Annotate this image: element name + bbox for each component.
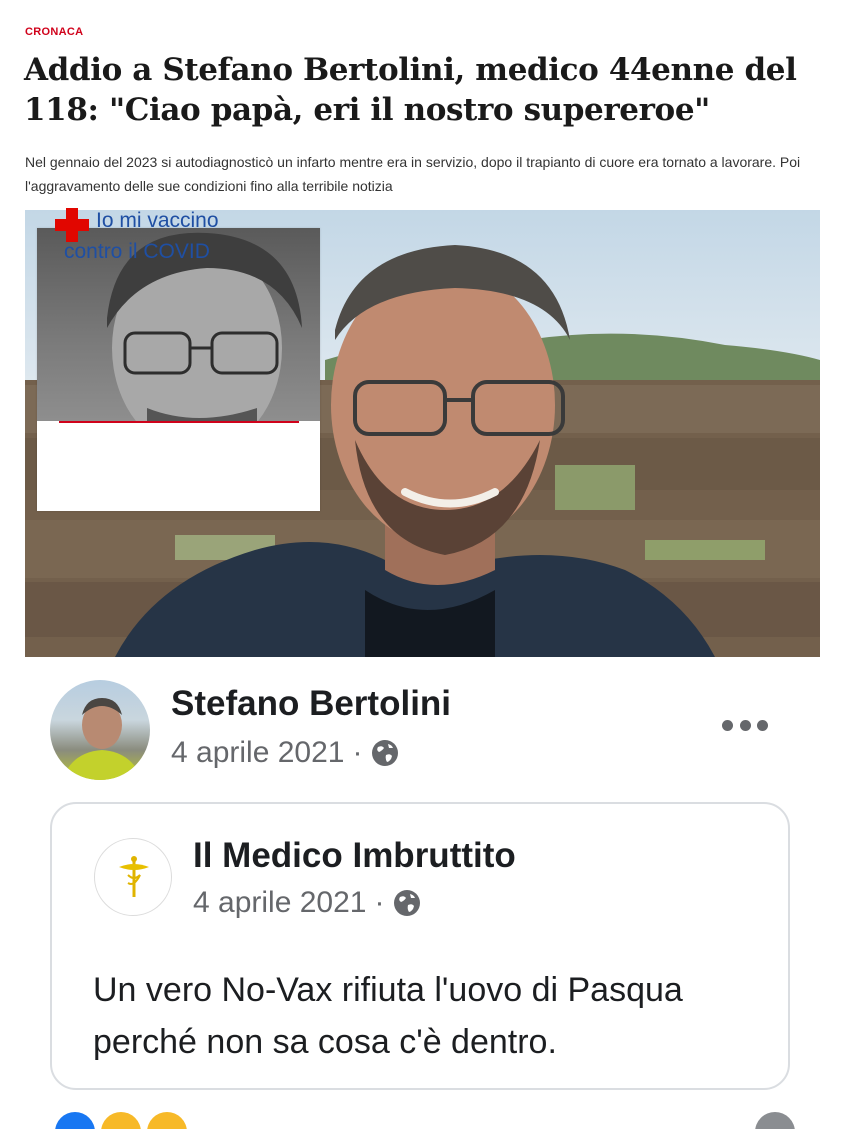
shared-post-meta: 4 aprile 2021 · bbox=[193, 886, 422, 920]
article-headline[interactable]: Addio a Stefano Bertolini, medico 44enne… bbox=[24, 50, 814, 130]
globe-icon bbox=[372, 740, 399, 766]
page-avatar[interactable] bbox=[94, 838, 172, 916]
reactions-bar[interactable] bbox=[55, 1112, 815, 1129]
haha-reaction-icon[interactable] bbox=[101, 1112, 141, 1129]
article-subheadline: Nel gennaio del 2023 si autodiagnosticò … bbox=[25, 154, 801, 194]
shared-post-date[interactable]: 4 aprile 2021 bbox=[193, 886, 366, 920]
shared-post-text: Un vero No-Vax rifiuta l'uovo di Pasqua … bbox=[93, 971, 683, 1061]
post-date[interactable]: 4 aprile 2021 bbox=[171, 736, 344, 770]
red-cross-icon bbox=[55, 208, 89, 242]
badge-divider bbox=[59, 421, 299, 423]
globe-icon bbox=[394, 890, 421, 916]
more-options-icon[interactable] bbox=[722, 718, 768, 732]
like-reaction-icon[interactable] bbox=[55, 1112, 95, 1129]
shared-page-name[interactable]: Il Medico Imbruttito bbox=[193, 836, 516, 876]
badge-text-line2: contro il COVID bbox=[64, 240, 210, 263]
post-author-name[interactable]: Stefano Bertolini bbox=[171, 684, 451, 724]
comment-avatar-icon[interactable] bbox=[755, 1112, 795, 1129]
author-avatar[interactable] bbox=[50, 680, 150, 780]
meta-separator: · bbox=[374, 886, 385, 919]
vaccine-profile-frame bbox=[37, 228, 320, 511]
meta-separator: · bbox=[352, 736, 363, 769]
article-category[interactable]: CRONACA bbox=[25, 26, 83, 38]
post-meta: 4 aprile 2021 · bbox=[171, 736, 400, 770]
badge-text-line1: Io mi vaccino bbox=[96, 209, 219, 232]
wow-reaction-icon[interactable] bbox=[147, 1112, 187, 1129]
